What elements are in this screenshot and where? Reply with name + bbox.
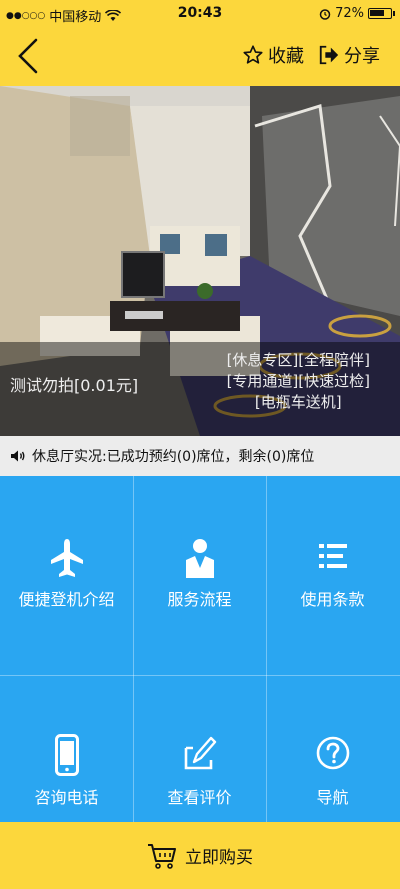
menu-service-process[interactable]: 服务流程 [133,476,266,649]
service-menu-grid: 便捷登机介绍 服务流程 使用条款 咨询电话 查看评价 导航 [0,476,400,822]
feature-tags: [休息专区][全程陪伴] [专用通道][快速过检] [电瓶车送机] [227,350,370,413]
menu-label: 便捷登机介绍 [18,590,115,609]
lounge-photo[interactable]: 测试勿拍[0.01元] [休息专区][全程陪伴] [专用通道][快速过检] [电… [0,86,400,436]
top-header: ●●○○○ 中国移动 20:43 72% 收藏 分享 [0,0,400,86]
list-icon [266,538,399,580]
menu-view-reviews[interactable]: 查看评价 [133,676,266,822]
share-button[interactable]: 分享 [318,42,380,68]
star-icon [243,45,263,64]
battery-icon [368,8,395,19]
attendant-icon [133,538,266,580]
feature-tag: [电瓶车送机] [254,393,342,411]
lounge-title: 测试勿拍[0.01元] [10,376,139,395]
menu-terms-of-use[interactable]: 使用条款 [266,476,400,649]
menu-label: 使用条款 [300,590,365,609]
phone-icon [0,734,133,776]
speaker-icon [11,450,25,462]
hero-caption: 测试勿拍[0.01元] [休息专区][全程陪伴] [专用通道][快速过检] [电… [0,342,400,436]
menu-boarding-intro[interactable]: 便捷登机介绍 [0,476,133,649]
battery-fill [370,10,384,16]
feature-tag: [休息专区][全程陪伴] [226,351,370,369]
availability-notice: 休息厅实况:已成功预约(0)席位，剩余(0)席位 [0,436,400,476]
help-icon [266,736,399,778]
menu-navigation[interactable]: 导航 [266,676,400,822]
share-icon [319,45,339,65]
nav-actions: 收藏 分享 [242,42,380,68]
nav-bar: 收藏 分享 [0,28,400,86]
availability-text: 休息厅实况:已成功预约(0)席位，剩余(0)席位 [32,449,315,465]
feature-tag: [专用通道][快速过检] [226,372,370,390]
status-right: 72% [319,6,395,21]
menu-label: 咨询电话 [34,788,99,807]
menu-label: 服务流程 [167,590,232,609]
battery-percent: 72% [335,6,364,21]
favorite-label: 收藏 [268,46,304,67]
buy-now-label: 立即购买 [185,848,253,868]
alarm-icon [319,8,331,20]
favorite-button[interactable]: 收藏 [242,42,304,68]
chevron-left-icon [18,38,38,74]
buy-now-button[interactable]: 立即购买 [0,822,400,889]
menu-label: 查看评价 [167,788,232,807]
write-review-icon [133,734,266,776]
menu-hotline[interactable]: 咨询电话 [0,676,133,822]
airplane-icon [0,538,133,580]
cart-icon [148,843,176,869]
back-button[interactable] [14,36,44,76]
share-label: 分享 [344,46,380,67]
menu-label: 导航 [316,788,349,807]
status-bar: ●●○○○ 中国移动 20:43 72% [0,0,400,28]
